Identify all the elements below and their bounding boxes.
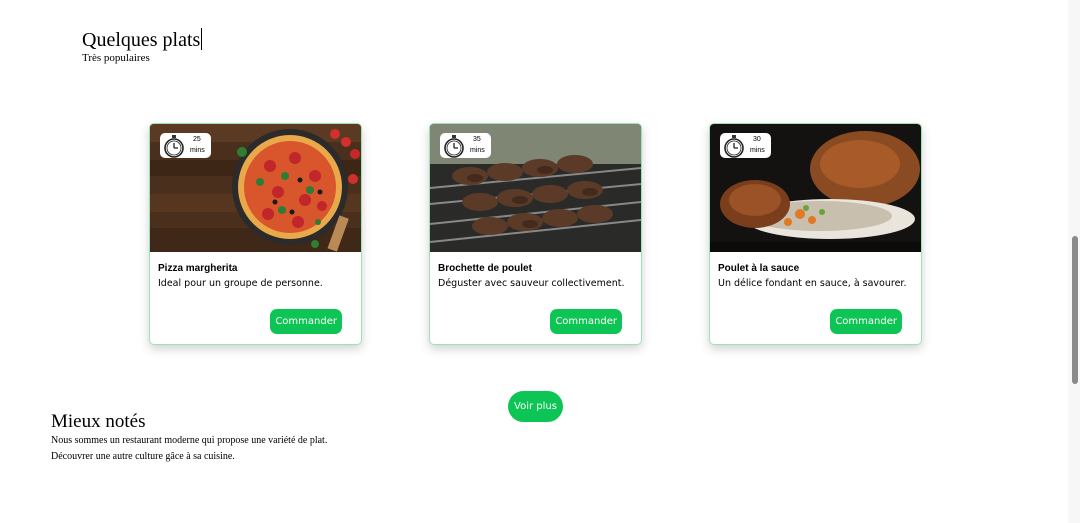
scrollbar-thumb[interactable] — [1072, 236, 1078, 384]
dish-card-poulet-sauce[interactable]: 30 mins Poulet à la sauce Un délice fond… — [709, 123, 922, 345]
dish-description: Ideal pour un groupe de personne. — [158, 278, 323, 289]
section-title: Quelques plats — [82, 28, 203, 51]
prep-time-value: 25 — [193, 136, 201, 143]
dish-description: Un délice fondant en sauce, à savourer. — [718, 278, 907, 289]
dish-description: Déguster avec sauveur collectivement. — [438, 278, 625, 289]
dish-name: Poulet à la sauce — [718, 263, 800, 274]
stopwatch-icon — [724, 134, 744, 158]
dish-name: Pizza margherita — [158, 263, 238, 274]
dish-image-brochette: 35 mins — [430, 124, 641, 252]
stopwatch-icon — [444, 134, 464, 158]
dish-card-brochette[interactable]: 35 mins Brochette de poulet Déguster ave… — [429, 123, 642, 345]
prep-time-unit: mins — [190, 147, 205, 154]
prep-time-unit: mins — [750, 147, 765, 154]
best-rated-text-line2: Découvrer une autre culture gâce à sa cu… — [51, 451, 235, 462]
order-button[interactable]: Commander — [270, 309, 342, 334]
page-scrollbar[interactable] — [1068, 0, 1080, 523]
prep-time-value: 35 — [473, 136, 481, 143]
order-button[interactable]: Commander — [830, 309, 902, 334]
see-more-button[interactable]: Voir plus — [508, 391, 563, 422]
prep-time-badge: 30 mins — [720, 133, 771, 158]
text-caret — [201, 28, 203, 50]
prep-time-badge: 25 mins — [160, 133, 211, 158]
prep-time-badge: 35 mins — [440, 133, 491, 158]
dish-image-pizza: 25 mins — [150, 124, 361, 252]
stopwatch-icon — [164, 134, 184, 158]
section-subtitle: Très populaires — [82, 52, 150, 64]
dish-name: Brochette de poulet — [438, 263, 532, 274]
dish-card-pizza[interactable]: 25 mins Pizza margherita Ideal pour un g… — [149, 123, 362, 345]
best-rated-title: Mieux notés — [51, 411, 146, 432]
best-rated-text-line1: Nous sommes un restaurant moderne qui pr… — [51, 435, 328, 446]
prep-time-value: 30 — [753, 136, 761, 143]
dish-image-poulet-sauce: 30 mins — [710, 124, 921, 252]
prep-time-unit: mins — [470, 147, 485, 154]
order-button[interactable]: Commander — [550, 309, 622, 334]
